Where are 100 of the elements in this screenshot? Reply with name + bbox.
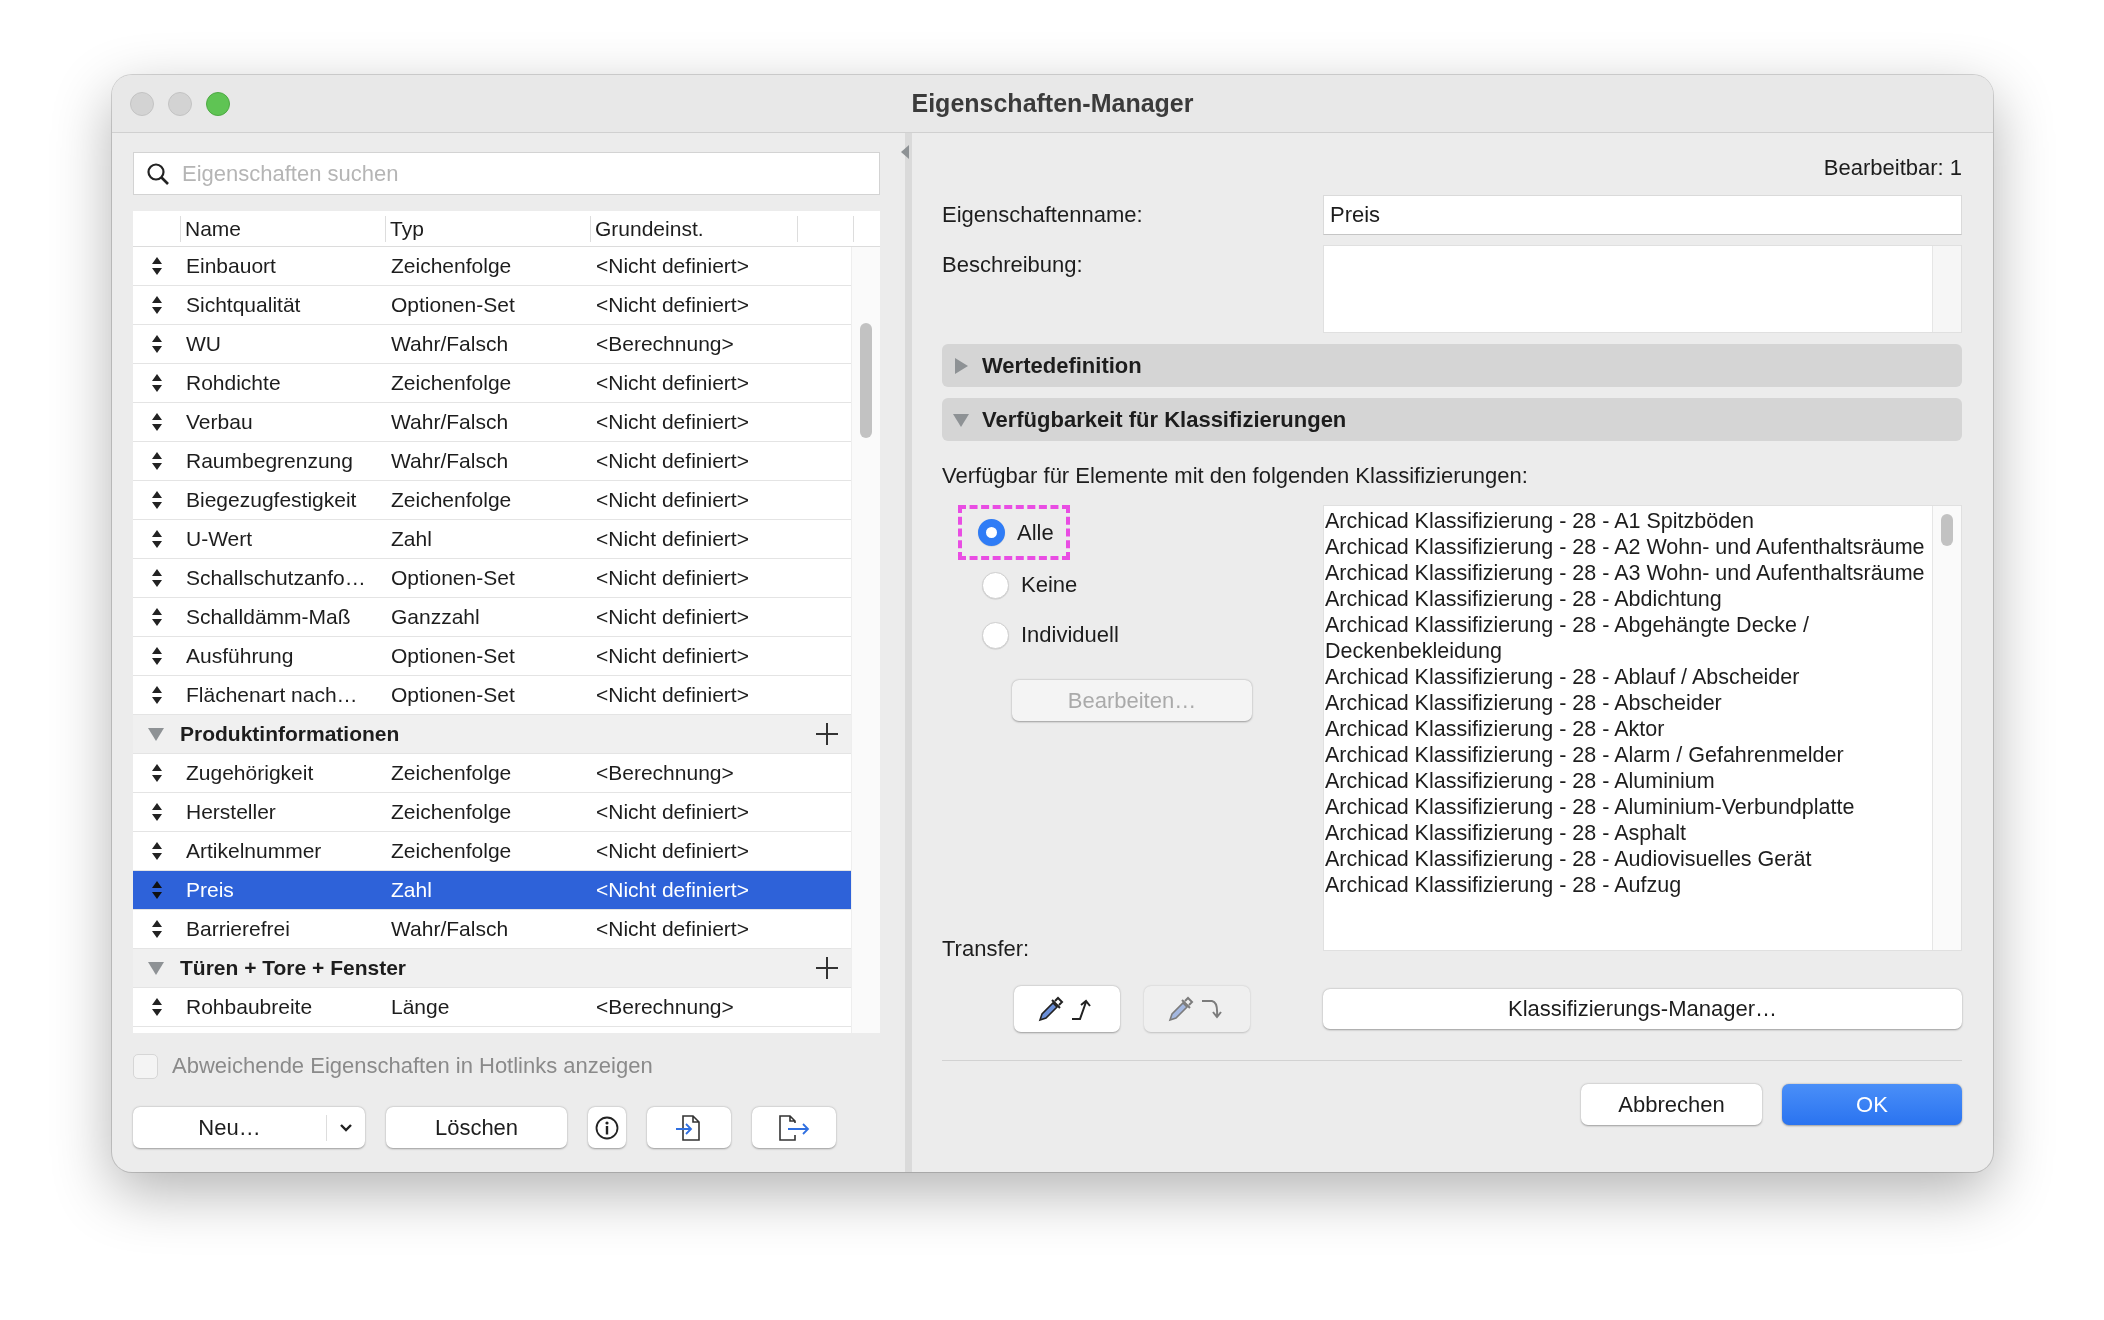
type-cell-text: Zeichenfolge (390, 839, 513, 863)
sort-handle-icon[interactable] (150, 685, 163, 705)
sort-handle-icon[interactable] (150, 568, 163, 588)
new-button[interactable]: Neu… (133, 1107, 365, 1148)
classification-item[interactable]: Archicad Klassifizierung - 28 - Abdichtung (1325, 586, 1932, 612)
scrollbar[interactable] (1932, 506, 1961, 950)
sort-handle-icon[interactable] (150, 880, 163, 900)
radio-option[interactable]: Alle (958, 505, 1070, 560)
availability-text: Verfügbar für Elemente mit den folgenden Klassifizierungen: (942, 463, 1529, 489)
collapse-handle-icon[interactable] (901, 145, 909, 159)
name-cell-text: Ausführung (185, 644, 295, 668)
name-cell-text: WU (185, 332, 222, 356)
classification-item[interactable]: Archicad Klassifizierung - 28 - Ablauf / Abscheider (1325, 664, 1932, 690)
type-cell-text: Zeichenfolge (390, 371, 513, 395)
sort-handle-icon[interactable] (150, 412, 163, 432)
name-cell-text: Barrierefrei (185, 917, 291, 941)
field-label: Eigenschaftenname: (942, 201, 1144, 229)
delete-button[interactable]: Löschen (386, 1107, 567, 1148)
section-title: Verfügbarkeit für Klassifizierungen (982, 406, 1347, 433)
name-cell-text: Sichtqualität (185, 293, 302, 317)
group-label: Produktinformationen (180, 722, 401, 746)
type-cell-text: Wahr/Falsch (390, 449, 510, 473)
radio-button[interactable] (978, 519, 1005, 546)
sort-handle-icon[interactable] (150, 490, 163, 510)
classification-item[interactable]: Archicad Klassifizierung - 28 - Aufzug (1325, 872, 1932, 898)
classification-item[interactable]: Archicad Klassifizierung - 28 - Alarm / Gefahrenmelder (1325, 742, 1932, 768)
sort-handle-icon[interactable] (150, 334, 163, 354)
sort-handle-icon[interactable] (150, 763, 163, 783)
type-cell-text: Zahl (390, 878, 433, 902)
classification-item[interactable]: Archicad Klassifizierung - 28 - Audiovisuelles Gerät (1325, 846, 1932, 872)
sort-handle-icon[interactable] (150, 373, 163, 393)
default-cell-text: <Nicht definiert> (595, 527, 750, 551)
classification-item[interactable]: Archicad Klassifizierung - 28 - A1 Spitzböden (1325, 508, 1932, 534)
classification-item[interactable]: Archicad Klassifizierung - 28 - A3 Wohn- und Aufenthaltsräume (1325, 560, 1932, 586)
ok-button[interactable]: OK (1782, 1084, 1962, 1125)
type-cell-text: Wahr/Falsch (390, 917, 510, 941)
sort-handle-icon[interactable] (150, 256, 163, 276)
classification-item[interactable]: Archicad Klassifizierung - 28 - Abscheider (1325, 690, 1932, 716)
window-title: Eigenschaften-Manager (911, 89, 1194, 118)
section-header[interactable]: Verfügbarkeit für Klassifizierungen (942, 398, 1962, 441)
section-header[interactable]: Wertedefinition (942, 344, 1962, 387)
cancel-button[interactable]: Abbrechen (1581, 1084, 1762, 1125)
sort-handle-icon[interactable] (150, 802, 163, 822)
transfer-label: Transfer: (942, 936, 1031, 962)
scrollbar[interactable] (851, 247, 880, 1033)
group-row[interactable]: Produktinformationen (133, 715, 852, 754)
type-cell-text: Wahr/Falsch (390, 332, 510, 356)
default-cell-text: <Nicht definiert> (595, 449, 750, 473)
sort-handle-icon[interactable] (150, 997, 163, 1017)
description-field[interactable] (1323, 245, 1962, 333)
sort-handle-icon[interactable] (150, 295, 163, 315)
radio-option[interactable]: Keine (942, 560, 1078, 610)
default-cell-text: <Nicht definiert> (595, 293, 750, 317)
column-header[interactable]: Name (180, 215, 385, 242)
name-cell-text: Biegezugfestigkeit (185, 488, 358, 512)
classification-item[interactable]: Archicad Klassifizierung - 28 - Aktor (1325, 716, 1932, 742)
default-cell-text: <Berechnung> (595, 761, 735, 785)
transfer-button[interactable] (1014, 986, 1120, 1032)
import-button[interactable] (647, 1107, 731, 1148)
sort-handle-icon[interactable] (150, 646, 163, 666)
name-field[interactable]: Preis (1323, 195, 1962, 235)
property-row[interactable]: Preis Zahl <Nicht definiert> (133, 871, 852, 910)
classification-item[interactable]: Archicad Klassifizierung - 28 - Aluminium-Verbundplatte (1325, 794, 1932, 820)
info-button[interactable] (588, 1107, 626, 1148)
classification-item[interactable]: Archicad Klassifizierung - 28 - Abgehängte Decke / Deckenbekleidung (1325, 612, 1932, 664)
name-cell-text: Schalldämm-Maß (185, 605, 352, 629)
type-cell-text: Optionen-Set (390, 566, 516, 590)
type-cell-text: Zeichenfolge (390, 254, 513, 278)
type-cell-text: Zeichenfolge (390, 761, 513, 785)
name-cell-text: Verbau (185, 410, 254, 434)
checkbox-label: Abweichende Eigenschaften in Hotlinks anzeigen (172, 1053, 653, 1079)
default-cell-text: <Nicht definiert> (595, 410, 750, 434)
sort-handle-icon[interactable] (150, 841, 163, 861)
default-cell-text: <Nicht definiert> (595, 254, 750, 278)
group-row[interactable]: Türen + Tore + Fenster (133, 949, 852, 988)
search-icon (146, 161, 170, 186)
column-header[interactable]: Typ (385, 215, 590, 242)
export-button[interactable] (752, 1107, 836, 1148)
disclosure-triangle-icon[interactable] (147, 959, 165, 977)
classification-item[interactable]: Archicad Klassifizierung - 28 - Asphalt (1325, 820, 1932, 846)
document-export-icon (777, 1112, 811, 1143)
name-cell-text: Rohdichte (185, 371, 282, 395)
type-cell-text: Ganzzahl (390, 605, 481, 629)
sort-handle-icon[interactable] (150, 607, 163, 627)
column-header[interactable]: Grundeinst. (590, 215, 797, 242)
default-cell-text: <Nicht definiert> (595, 488, 750, 512)
sort-handle-icon[interactable] (150, 919, 163, 939)
disclosure-triangle-icon[interactable] (147, 725, 165, 743)
sort-handle-icon[interactable] (150, 451, 163, 471)
classification-item[interactable]: Archicad Klassifizierung - 28 - Aluminium (1325, 768, 1932, 794)
add-icon[interactable] (815, 956, 840, 980)
add-icon[interactable] (815, 722, 840, 746)
radio-label: Individuell (1021, 622, 1119, 648)
sort-handle-icon[interactable] (150, 529, 163, 549)
type-cell-text: Zeichenfolge (390, 488, 513, 512)
name-cell-text: Rohbaubreite (185, 995, 314, 1019)
classification-item[interactable]: Archicad Klassifizierung - 28 - A2 Wohn- und Aufenthaltsräume (1325, 534, 1932, 560)
radio-option[interactable]: Individuell (942, 610, 1119, 660)
type-cell-text: Optionen-Set (390, 293, 516, 317)
classification-manager-button[interactable]: Klassifizierungs-Manager… (1323, 989, 1962, 1029)
